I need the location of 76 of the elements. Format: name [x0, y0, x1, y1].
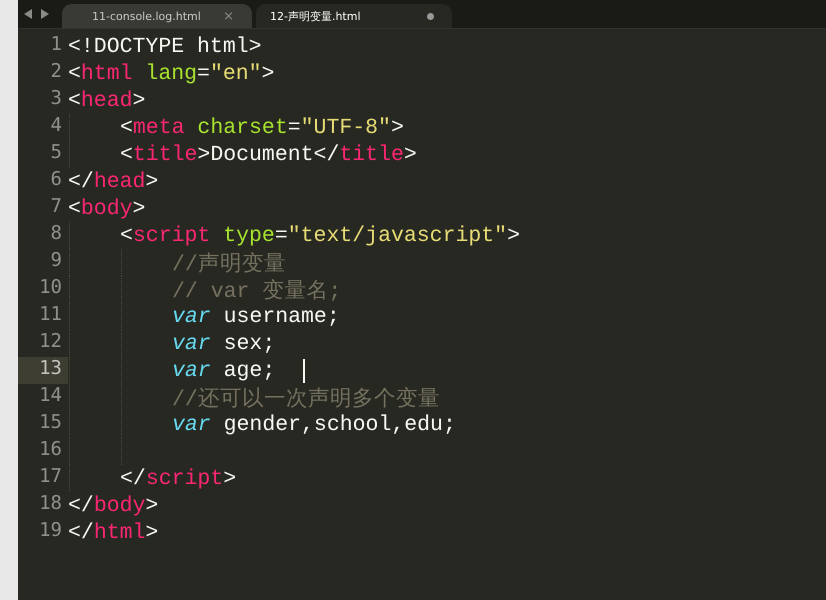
- code-text: </: [120, 466, 146, 490]
- attribute-name: type: [222, 224, 275, 248]
- code-text: >: [132, 88, 146, 112]
- tab-scroll-arrows-icon[interactable]: [24, 9, 50, 19]
- tag-name: meta: [132, 116, 185, 140]
- line-number: 8: [50, 222, 63, 246]
- line-number: 19: [38, 519, 63, 543]
- code-text: </: [68, 520, 94, 544]
- code-text: gender,school,edu;: [222, 412, 456, 436]
- file-tab[interactable]: 12-声明变量.html: [256, 4, 452, 28]
- code-text: >: [223, 466, 236, 490]
- keyword: var: [172, 304, 211, 328]
- tag-name: head: [80, 88, 133, 112]
- line-number: 6: [50, 168, 63, 192]
- code-comment: //声明变量: [172, 250, 286, 277]
- code-comment: //还可以一次声明多个变量: [172, 386, 440, 412]
- code-text: </: [68, 494, 94, 518]
- code-text: </: [68, 170, 94, 194]
- code-text: >: [390, 116, 404, 140]
- line-number: 5: [50, 141, 63, 165]
- line-number: 17: [38, 465, 63, 489]
- tag-name: body: [80, 196, 133, 220]
- code-text: >: [132, 196, 146, 220]
- line-number: 3: [50, 87, 63, 111]
- code-text: >Document</: [197, 142, 340, 166]
- attribute-name: lang: [144, 62, 198, 86]
- line-number: 16: [38, 438, 63, 462]
- code-text: =: [197, 62, 210, 86]
- line-number: 12: [38, 330, 63, 354]
- code-text: sex;: [222, 332, 276, 356]
- keyword: var: [172, 332, 211, 356]
- string-literal: "text/javascript": [288, 224, 508, 248]
- tag-name: html: [80, 62, 133, 86]
- line-number: 18: [38, 492, 63, 516]
- tag-name: script: [132, 224, 210, 248]
- line-number: 4: [50, 114, 63, 138]
- text-cursor: [303, 358, 306, 382]
- code-text: <: [68, 88, 81, 112]
- tag-name: head: [94, 170, 146, 194]
- code-text: <: [68, 196, 81, 220]
- code-text: >: [404, 142, 417, 166]
- line-number: 15: [38, 411, 63, 435]
- line-number: 7: [50, 195, 63, 219]
- line-number: 13: [18, 357, 68, 384]
- line-number: 1: [50, 33, 63, 57]
- tag-name: title: [339, 142, 404, 166]
- line-number: 14: [38, 384, 63, 408]
- code-text: <: [120, 224, 133, 248]
- code-comment: // var 变量名;: [172, 278, 342, 304]
- code-text: >: [507, 224, 520, 248]
- file-tab[interactable]: 11-console.log.html ×: [62, 4, 252, 28]
- line-number: 2: [50, 60, 63, 84]
- tag-name: script: [146, 466, 224, 490]
- tag-name: html: [94, 520, 146, 544]
- code-text: <: [120, 142, 133, 166]
- line-number: 10: [38, 276, 63, 300]
- tag-name: body: [94, 494, 146, 518]
- code-text: <: [120, 116, 133, 140]
- line-number: 9: [50, 249, 63, 273]
- string-literal: "en": [210, 62, 262, 86]
- code-text: =: [274, 224, 288, 248]
- code-text: <: [68, 62, 81, 86]
- code-text: >: [145, 170, 158, 194]
- line-number: 11: [38, 303, 63, 327]
- code-text: username;: [222, 304, 340, 328]
- code-text: >: [145, 494, 158, 518]
- code-text: age;: [222, 358, 276, 382]
- code-text: >: [262, 62, 274, 86]
- string-literal: "UTF-8": [300, 116, 391, 140]
- attribute-name: charset: [196, 116, 288, 140]
- keyword: var: [172, 358, 211, 382]
- keyword: var: [172, 412, 211, 436]
- code-text: <!DOCTYPE html>: [68, 34, 262, 58]
- code-text: >: [145, 520, 158, 544]
- code-text: =: [288, 116, 301, 140]
- tag-name: title: [132, 142, 198, 166]
